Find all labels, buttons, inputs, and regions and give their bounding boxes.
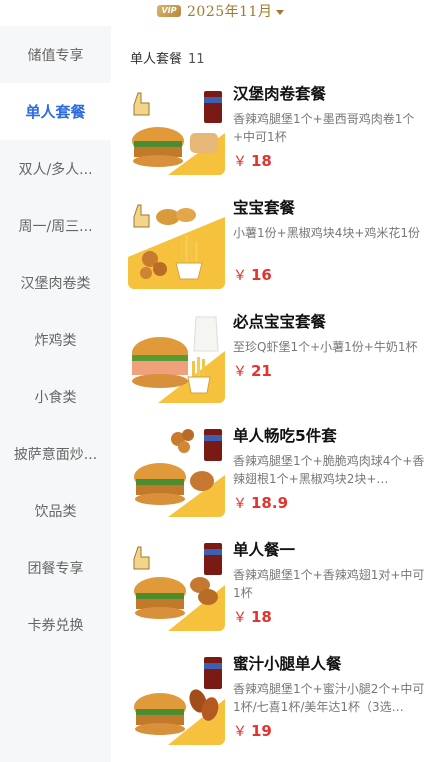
product-name: 必点宝宝套餐 [233, 313, 327, 331]
month-label: 2025年11月 [187, 4, 273, 20]
honey-drumstick-combo-image [128, 653, 225, 745]
sidebar-item-drinks[interactable]: 饮品类 [0, 482, 111, 539]
product-name: 汉堡肉卷套餐 [233, 85, 327, 103]
section-title: 单人套餐 11 [130, 48, 205, 67]
product-price: ￥ 21 [233, 361, 428, 382]
burger-combo-wrap-image [128, 83, 225, 175]
product-name: 蜜汁小腿单人餐 [233, 655, 342, 673]
product-name: 单人畅吃5件套 [233, 427, 337, 445]
sidebar-item-label: 小食类 [34, 389, 77, 406]
burger-wings-cola-image [128, 539, 225, 631]
sidebar-item-label: 储值专享 [27, 47, 84, 64]
sidebar-item-pizza-pasta[interactable]: 披萨意面炒... [0, 425, 111, 482]
month-selector[interactable]: VIP 2025年11月 [157, 1, 285, 21]
caret-down-icon [276, 9, 285, 15]
product-price: ￥ 18 [233, 151, 428, 172]
sidebar-item-label: 团餐专享 [27, 560, 84, 577]
sidebar-item-label: 单人套餐 [25, 103, 86, 121]
sidebar-item-label: 周一/周三... [18, 218, 93, 235]
price-currency: ￥ [233, 610, 247, 626]
product-description: 香辣鸡腿堡1个+脆脆鸡肉球4个+香辣翅根1个+黑椒鸡块2块+… [233, 454, 425, 486]
sidebar-item-label: 卡券兑换 [27, 617, 84, 634]
sidebar-item-label: 汉堡肉卷类 [20, 275, 91, 292]
product-price: ￥ 19 [233, 721, 428, 742]
product-card[interactable]: 汉堡肉卷套餐 香辣鸡腿堡1个+墨西哥鸡肉卷1个+中可1杯 ￥ 18 [128, 83, 428, 185]
price-currency: ￥ [233, 724, 247, 740]
price-value: 18.9 [251, 494, 289, 512]
sidebar-item-label: 披萨意面炒... [13, 446, 98, 463]
product-list-panel: 单人套餐 11 汉堡肉卷套餐 香辣鸡腿堡1个+墨西哥鸡肉卷1个+中可1杯 ￥ 18 [111, 26, 437, 762]
sidebar-item-single-meal[interactable]: 单人套餐 [0, 83, 111, 140]
product-name: 单人餐一 [233, 541, 296, 559]
price-value: 19 [251, 722, 272, 740]
nuggets-fries-image [128, 197, 225, 289]
sidebar-item-label: 炸鸡类 [34, 332, 77, 349]
price-currency: ￥ [233, 496, 247, 512]
section-count: 11 [188, 52, 205, 67]
product-card[interactable]: 单人餐一 香辣鸡腿堡1个+香辣鸡翅1对+中可1杯 ￥ 18 [128, 539, 428, 641]
product-card[interactable]: 宝宝套餐 小薯1份+黑椒鸡块4块+鸡米花1份 ￥ 16 [128, 197, 428, 299]
price-currency: ￥ [233, 268, 247, 284]
sidebar-item-label: 双人/多人... [18, 161, 93, 178]
sidebar-item-stored-value[interactable]: 储值专享 [0, 26, 111, 83]
product-name: 宝宝套餐 [233, 199, 296, 217]
sidebar-item-coupon-exchange[interactable]: 卡券兑换 [0, 596, 111, 653]
shrimp-burger-milk-image [128, 311, 225, 403]
product-description: 香辣鸡腿堡1个+墨西哥鸡肉卷1个+中可1杯 [233, 112, 415, 144]
sidebar-item-snacks[interactable]: 小食类 [0, 368, 111, 425]
product-description: 至珍Q虾堡1个+小薯1份+牛奶1杯 [233, 340, 418, 354]
price-value: 18 [251, 608, 272, 626]
sidebar-item-group-meal[interactable]: 团餐专享 [0, 539, 111, 596]
product-card[interactable]: 单人畅吃5件套 香辣鸡腿堡1个+脆脆鸡肉球4个+香辣翅根1个+黑椒鸡块2块+… … [128, 425, 428, 527]
vip-badge-icon: VIP [157, 5, 181, 17]
product-price: ￥ 18.9 [233, 493, 428, 514]
section-title-label: 单人套餐 [130, 52, 183, 67]
category-sidebar: 储值专享 单人套餐 双人/多人... 周一/周三... 汉堡肉卷类 炸鸡类 小食… [0, 26, 111, 762]
top-bar: VIP 2025年11月 [0, 0, 437, 24]
five-piece-combo-image [128, 425, 225, 517]
sidebar-item-burgers-wraps[interactable]: 汉堡肉卷类 [0, 254, 111, 311]
sidebar-item-label: 饮品类 [34, 503, 77, 520]
product-description: 香辣鸡腿堡1个+蜜汁小腿2个+中可1杯/七喜1杯/美年达1杯（3选… [233, 682, 425, 714]
product-description: 香辣鸡腿堡1个+香辣鸡翅1对+中可1杯 [233, 568, 425, 600]
product-description: 小薯1份+黑椒鸡块4块+鸡米花1份 [233, 226, 421, 240]
price-currency: ￥ [233, 154, 247, 170]
product-card[interactable]: 蜜汁小腿单人餐 香辣鸡腿堡1个+蜜汁小腿2个+中可1杯/七喜1杯/美年达1杯（3… [128, 653, 428, 755]
product-price: ￥ 16 [233, 265, 428, 286]
product-price: ￥ 18 [233, 607, 428, 628]
sidebar-item-weekday-deals[interactable]: 周一/周三... [0, 197, 111, 254]
price-value: 16 [251, 266, 272, 284]
sidebar-item-double-meal[interactable]: 双人/多人... [0, 140, 111, 197]
sidebar-item-fried-chicken[interactable]: 炸鸡类 [0, 311, 111, 368]
product-card[interactable]: 必点宝宝套餐 至珍Q虾堡1个+小薯1份+牛奶1杯 ￥ 21 [128, 311, 428, 413]
price-currency: ￥ [233, 364, 247, 380]
price-value: 21 [251, 362, 272, 380]
price-value: 18 [251, 152, 272, 170]
